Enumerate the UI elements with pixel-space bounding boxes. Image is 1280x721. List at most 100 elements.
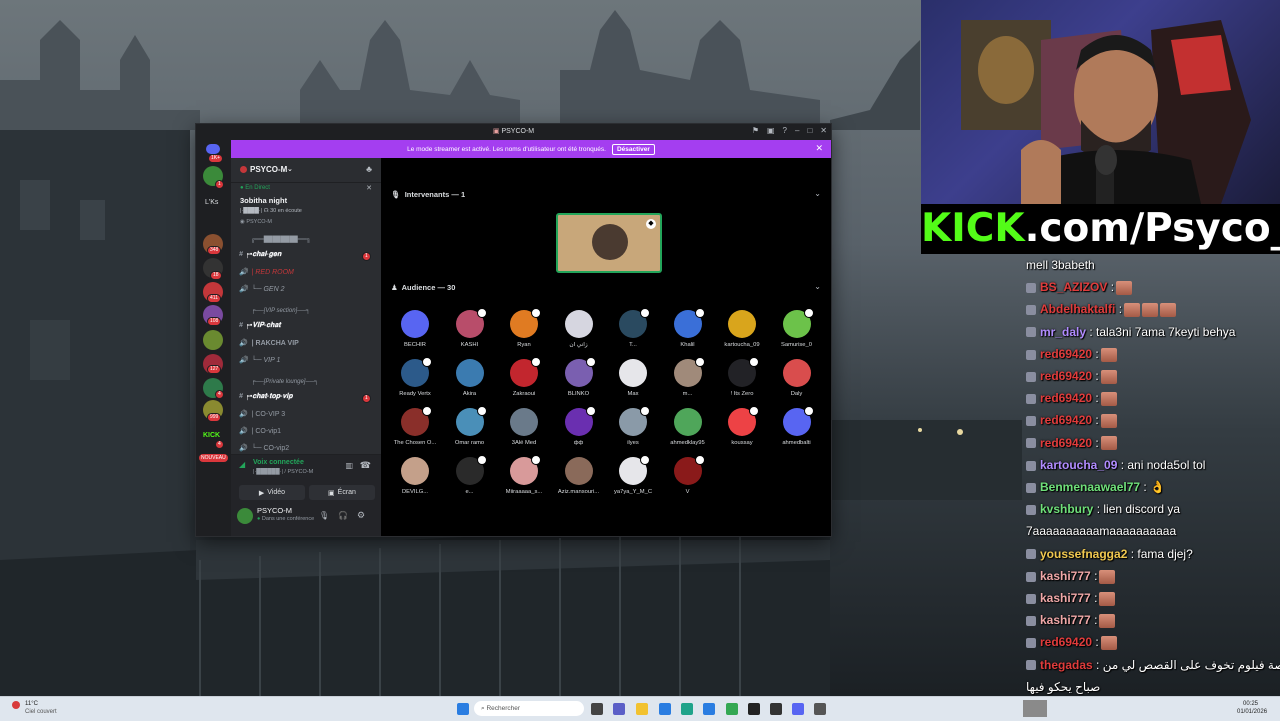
task-view-icon[interactable] [591, 703, 603, 715]
audience-member[interactable]: زاني ان [553, 310, 605, 348]
voice-status[interactable]: Voix connectée [253, 459, 304, 466]
gear-icon[interactable]: ⚙ [357, 510, 365, 521]
server-header[interactable]: PSYCO-M ⌄ ♣ [231, 158, 381, 183]
text-channel-chat-top-vip[interactable]: # ╒▪𝐜𝐡𝐚𝐭-𝐭𝐨𝐩-𝐯𝐢𝐩 [239, 393, 293, 401]
inbox-icon[interactable]: ⚑ [752, 126, 759, 135]
start-button[interactable] [457, 703, 469, 715]
audience-member[interactable]: V [662, 455, 714, 495]
voice-channel-gen-2[interactable]: 🔊 └─ GEN 2 [239, 285, 284, 293]
chevron-down-icon[interactable]: ⌄ [814, 189, 821, 198]
audience-member[interactable]: kartoucha_09 [716, 310, 768, 348]
server-folder-label[interactable]: L'Ks [205, 199, 218, 206]
clock-date[interactable]: 01/01/2026 [1237, 709, 1267, 715]
audience-member[interactable]: BLINKO [553, 357, 605, 397]
edge-icon[interactable] [681, 703, 693, 715]
minimize-button[interactable]: – [795, 126, 799, 135]
kick-server-icon[interactable]: KICK [203, 432, 220, 439]
chevron-down-icon[interactable]: ⌄ [814, 282, 821, 291]
search-input[interactable]: ⌕ Rechercher [474, 701, 584, 716]
app-icon[interactable] [748, 703, 760, 715]
audience-member[interactable]: ya7ya_Y_M_C [607, 455, 659, 495]
avatar [728, 357, 759, 387]
audience-member[interactable]: KASHI [444, 308, 496, 348]
audience-member[interactable]: m... [662, 357, 714, 397]
audience-member[interactable]: ahmedbalti [771, 406, 823, 446]
audience-member[interactable]: Khalil [662, 308, 714, 348]
noise-suppression-icon[interactable]: ▥ [345, 461, 353, 470]
new-server-label[interactable]: NOUVEAU [199, 454, 228, 462]
mail-icon[interactable] [703, 703, 715, 715]
headphones-icon[interactable]: 🎧 [338, 511, 348, 520]
audience-member[interactable]: ! Its Zero [716, 357, 768, 397]
voice-channel-co-vip1[interactable]: 🔊 | CO-vip1 [239, 427, 281, 435]
discord-home-icon[interactable] [206, 144, 220, 154]
discord-taskbar-icon[interactable] [792, 703, 804, 715]
microphone-icon[interactable]: 🎙 [319, 511, 329, 520]
speakers-section-header[interactable]: 🎙 Intervenants — 1 [391, 190, 465, 199]
audience-member[interactable]: Akira [444, 359, 496, 397]
add-friend-icon[interactable]: ♣ [366, 164, 372, 174]
audience-member[interactable]: DEVILG... [389, 457, 441, 495]
user-status-text: Dans une conférence [261, 516, 315, 522]
close-button[interactable]: ✕ [820, 126, 827, 135]
screen-share-button[interactable]: ▣ Écran [309, 485, 375, 500]
close-banner-icon[interactable]: ✕ [815, 143, 823, 154]
avatar[interactable] [237, 508, 253, 524]
audience-member[interactable]: ahmedklay95 [662, 408, 714, 446]
voice-channel-vip-1[interactable]: 🔊 └─ VIP 1 [239, 356, 280, 364]
channel-category[interactable]: ╒──[Private lounge]──╕ [251, 379, 318, 385]
video-button[interactable]: ▶ Vidéo [239, 485, 305, 500]
server-icon[interactable] [203, 330, 223, 350]
channel-category[interactable]: ╔══████████══╗ [251, 237, 311, 243]
audience-member[interactable]: Samurise_0 [771, 308, 823, 348]
disable-streamer-mode-button[interactable]: Désactiver [611, 143, 655, 155]
audience-member[interactable]: Miiraaaaa_s... [498, 455, 550, 495]
system-tray-item[interactable] [1023, 700, 1047, 717]
audience-member[interactable]: The Chosen O... [389, 406, 441, 446]
text-channel-chat-gen[interactable]: # ╒▪𝐜𝐡𝐚𝐥-𝐠𝐞𝐧 [239, 251, 281, 259]
voice-channel-co-vip2[interactable]: 🔊 └─ CO-vip2 [239, 444, 289, 452]
chrome-icon[interactable] [726, 703, 738, 715]
voice-channel-co-vip-3[interactable]: 🔊 | CO-VIP 3 [239, 410, 285, 418]
obs-icon[interactable] [770, 703, 782, 715]
voice-channel-rakcha-vip[interactable]: 🔊 | RAKCHA VIP [239, 339, 299, 347]
audience-member[interactable]: koussay [716, 406, 768, 446]
app-icon[interactable] [814, 703, 826, 715]
store-icon[interactable] [659, 703, 671, 715]
audience-member[interactable]: Zakraoui [498, 357, 550, 397]
weather-temp[interactable]: 11°C [25, 701, 38, 707]
text-channel-vip-chat[interactable]: # ╒▪𝐕𝐈𝐏-𝐜𝐡𝐚𝐭 [239, 322, 281, 330]
username[interactable]: PSYCO-M [257, 506, 292, 515]
disconnect-icon[interactable]: ☎ [360, 460, 371, 471]
speaker-tile[interactable]: ◆ [556, 213, 662, 273]
status-badge-icon [585, 357, 596, 367]
audience-member[interactable]: Max [607, 359, 659, 397]
maximize-button[interactable]: □ [807, 126, 812, 135]
screen-icon[interactable]: ▣ [767, 126, 775, 135]
audience-member[interactable]: Omar ramo [444, 406, 496, 446]
audience-section-header[interactable]: ♟ Audience — 30 [391, 283, 455, 292]
audience-member[interactable]: Ryan [498, 308, 550, 348]
weather-icon[interactable] [12, 701, 20, 709]
clock-time[interactable]: 00:25 [1243, 701, 1258, 707]
emote-icon [1142, 303, 1159, 318]
audience-member[interactable]: 3Alé Med [498, 408, 550, 446]
close-icon[interactable]: ✕ [366, 184, 372, 192]
audience-member[interactable]: BECHIR [389, 310, 441, 348]
voice-channel-red-room[interactable]: 🔊 | RED ROOM [239, 268, 294, 276]
audience-member[interactable]: e... [444, 455, 496, 495]
voice-channel-path[interactable]: |·██████·| / PSYCO-M [253, 469, 313, 475]
audience-member[interactable]: Daly [771, 359, 823, 397]
weather-desc[interactable]: Ciel couvert [25, 709, 57, 715]
teams-icon[interactable] [613, 703, 625, 715]
help-icon[interactable]: ? [783, 126, 787, 135]
file-explorer-icon[interactable] [636, 703, 648, 715]
audience-member[interactable]: T... [607, 308, 659, 348]
live-stage-card[interactable]: ● En Direct ✕ 3obitha night |·████·| ☊ 3… [235, 184, 375, 232]
audience-member[interactable]: Ready Vertx [389, 357, 441, 397]
audience-member[interactable]: фф [553, 406, 605, 446]
avatar [619, 308, 650, 338]
audience-member[interactable]: ilyes [607, 406, 659, 446]
audience-member[interactable]: Aziz.mansouri... [553, 457, 605, 495]
channel-category[interactable]: ╒──[VIP section]──╕ [251, 308, 310, 314]
